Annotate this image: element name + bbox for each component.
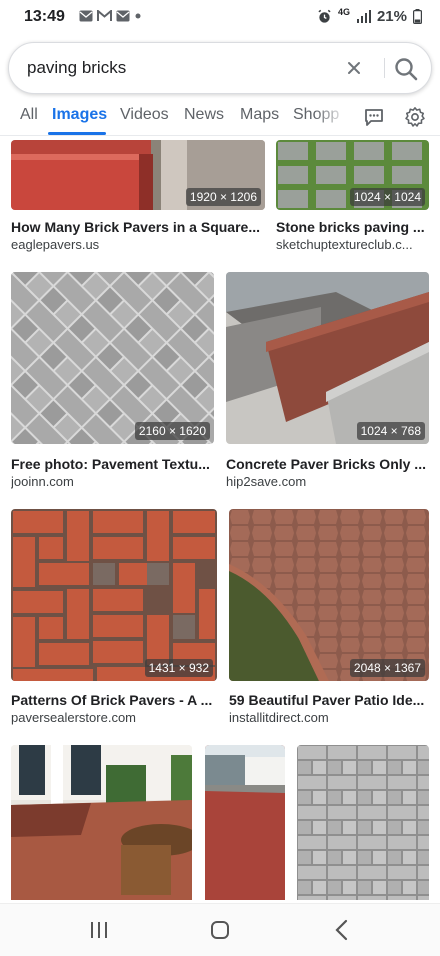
result-title[interactable]: Concrete Paver Bricks Only ...	[226, 456, 432, 472]
gmail-icon	[97, 10, 112, 21]
home-icon[interactable]	[205, 918, 235, 942]
status-bar: 13:49 4G 21%	[0, 0, 440, 36]
paver-patio-photo	[229, 509, 429, 681]
image-dimensions: 1431 × 932	[144, 659, 213, 677]
result-image-3[interactable]: 2160 × 1620	[11, 272, 214, 444]
tab-maps[interactable]: Maps	[240, 106, 279, 124]
result-source[interactable]: sketchuptextureclub.c...	[276, 237, 432, 252]
result-source[interactable]: installitdirect.com	[229, 710, 432, 725]
result-source[interactable]: eaglepavers.us	[11, 237, 267, 252]
settings-gear-icon[interactable]	[404, 106, 426, 128]
image-dimensions: 2048 × 1367	[349, 659, 425, 677]
result-image-8[interactable]	[205, 745, 285, 900]
message-icon	[116, 10, 130, 22]
mail-icon	[79, 10, 93, 22]
network-label: 4G	[337, 6, 350, 17]
tab-news[interactable]: News	[184, 106, 224, 124]
feedback-icon[interactable]	[363, 106, 385, 128]
result-title[interactable]: 59 Beautiful Paver Patio Ide...	[229, 692, 432, 708]
result-source[interactable]: hip2save.com	[226, 474, 432, 489]
tab-all[interactable]: All	[20, 106, 38, 124]
image-dimensions: 1024 × 768	[356, 422, 425, 440]
result-image-4[interactable]: 1024 × 768	[226, 272, 429, 444]
result-image-7[interactable]	[11, 745, 192, 900]
porch-patio-photo	[11, 745, 192, 900]
search-icon[interactable]	[392, 55, 420, 83]
result-image-6[interactable]: 2048 × 1367	[229, 509, 429, 681]
battery-percent: 21%	[376, 8, 407, 25]
notification-icons	[79, 10, 142, 22]
image-dimensions: 1920 × 1206	[185, 188, 261, 206]
status-time: 13:49	[24, 8, 65, 25]
tab-videos[interactable]: Videos	[120, 106, 169, 124]
result-title[interactable]: Stone bricks paving ...	[276, 219, 432, 235]
search-box[interactable]: paving bricks	[8, 42, 432, 94]
search-input[interactable]: paving bricks	[27, 58, 126, 78]
grey-pavers-photo	[297, 745, 429, 900]
system-navigation-bar	[0, 903, 440, 956]
brick-driveway-photo	[205, 745, 285, 900]
back-icon[interactable]	[327, 918, 357, 942]
result-source[interactable]: paversealerstore.com	[11, 710, 221, 725]
tabs-divider	[0, 135, 440, 136]
brick-paver-pattern-photo	[11, 509, 217, 681]
result-image-1[interactable]: 1920 × 1206	[11, 140, 265, 210]
signal-icon	[356, 10, 371, 23]
concrete-paver-stacks-photo	[226, 272, 429, 444]
image-dimensions: 1024 × 1024	[349, 188, 425, 206]
tab-images[interactable]: Images	[52, 106, 107, 124]
tabs-fade	[315, 100, 347, 134]
recent-apps-icon[interactable]	[84, 918, 114, 942]
alarm-icon	[318, 9, 331, 23]
image-dimensions: 2160 × 1620	[134, 422, 210, 440]
system-icons: 4G 21%	[317, 6, 422, 25]
result-image-5[interactable]: 1431 × 932	[11, 509, 217, 681]
result-title[interactable]: Patterns Of Brick Pavers - A ...	[11, 692, 221, 708]
result-image-9[interactable]	[297, 745, 429, 900]
result-image-2[interactable]: 1024 × 1024	[276, 140, 429, 210]
result-title[interactable]: How Many Brick Pavers in a Square...	[11, 219, 267, 235]
dot-icon	[135, 13, 141, 19]
herringbone-pavement-photo	[11, 272, 214, 444]
search-divider	[384, 58, 385, 78]
result-title[interactable]: Free photo: Pavement Textu...	[11, 456, 216, 472]
battery-icon	[413, 9, 422, 24]
clear-icon[interactable]	[343, 57, 365, 79]
result-source[interactable]: jooinn.com	[11, 474, 216, 489]
